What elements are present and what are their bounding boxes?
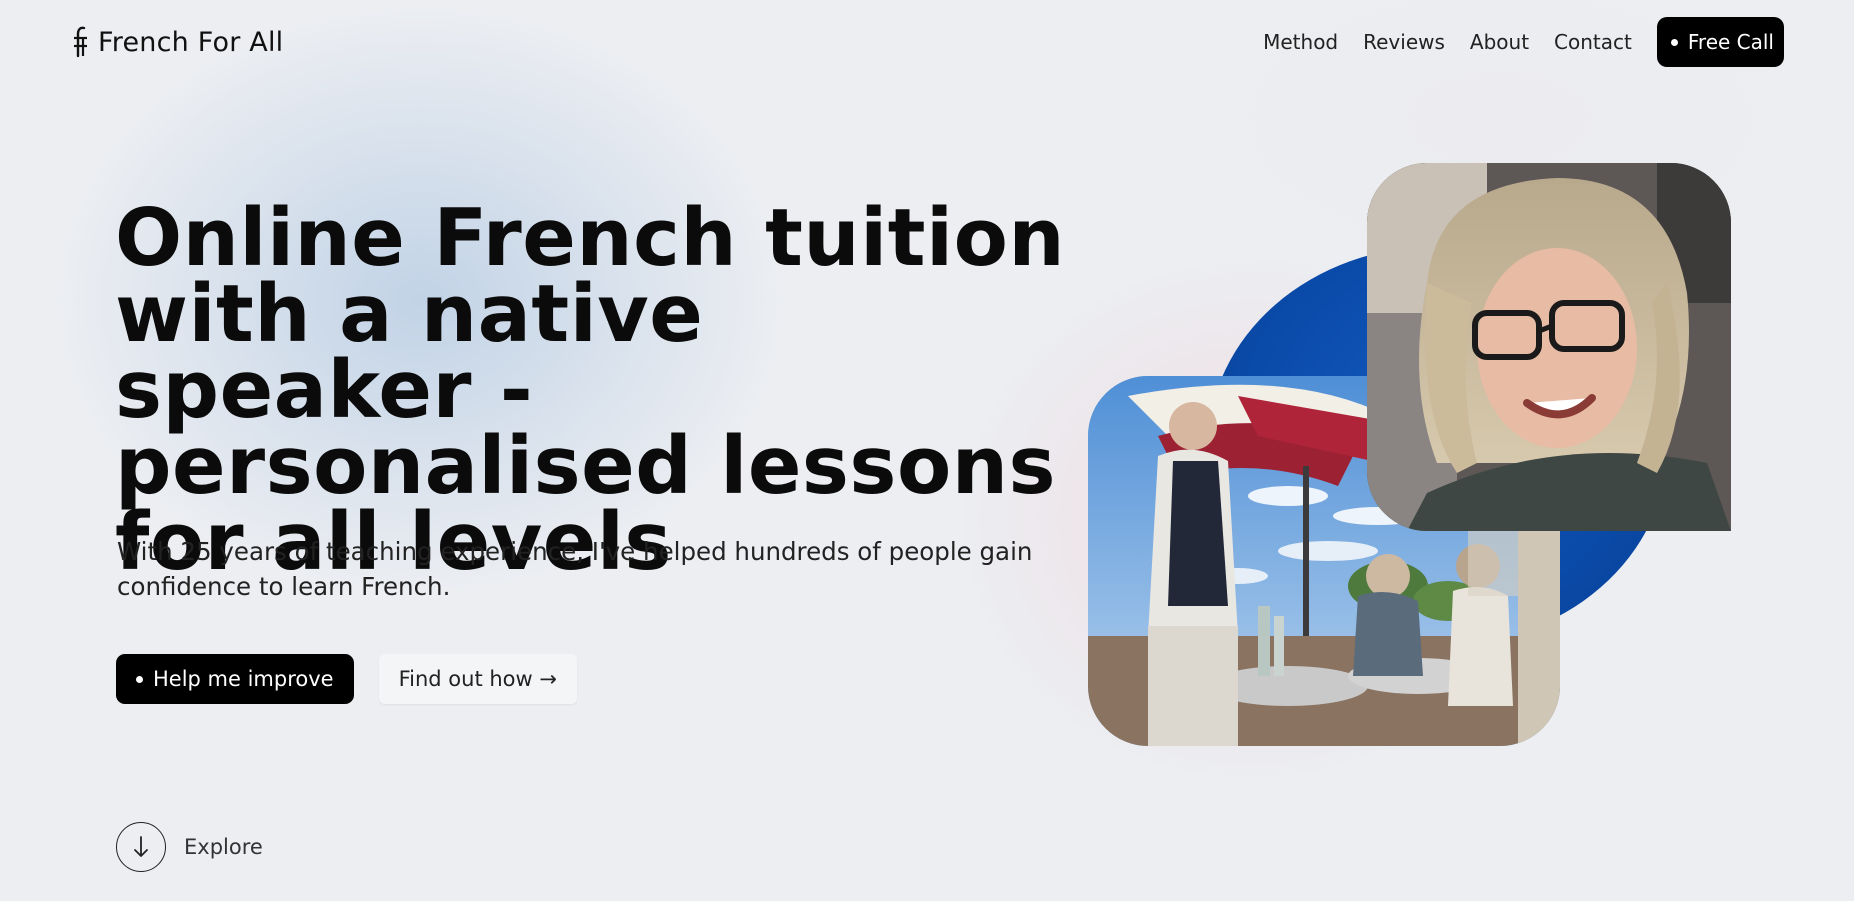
top-nav: French For All Method Reviews About Cont… (0, 0, 1854, 84)
find-out-how-button[interactable]: Find out how → (378, 654, 577, 704)
brand-logo[interactable]: French For All (72, 22, 283, 62)
bullet-dot-icon (1670, 38, 1678, 46)
help-me-improve-button[interactable]: Help me improve (116, 654, 354, 704)
brand-name: French For All (98, 26, 284, 58)
hero-title: Online French tuition with a native spea… (115, 192, 1075, 582)
hero-title-line: personalised lessons (115, 420, 1056, 512)
hero-subtitle-line: confidence to learn French. (117, 572, 451, 601)
hero-title-line: Online French tuition (115, 192, 1066, 284)
free-call-button[interactable]: Free Call (1656, 17, 1784, 67)
arrow-down-icon (116, 822, 166, 872)
nav-link-method[interactable]: Method (1263, 30, 1338, 54)
bullet-dot-icon (136, 675, 143, 683)
nav-link-about[interactable]: About (1470, 30, 1529, 54)
explore-link[interactable]: Explore (116, 822, 263, 872)
nav-links: Method Reviews About Contact Free Call (1263, 17, 1784, 67)
find-out-how-label: Find out how → (398, 667, 557, 691)
free-call-label: Free Call (1687, 30, 1774, 54)
help-me-improve-label: Help me improve (153, 667, 334, 691)
explore-label: Explore (184, 835, 263, 859)
hero-title-line: with a native speaker - (115, 268, 704, 436)
teacher-portrait-photo (1367, 163, 1731, 531)
brand-mark-icon (74, 26, 87, 58)
hero-cta-row: Help me improve Find out how → (116, 654, 577, 704)
nav-link-contact[interactable]: Contact (1554, 30, 1632, 54)
hero-subtitle: With 25 years of teaching experience, I'… (117, 534, 1077, 604)
nav-link-reviews[interactable]: Reviews (1363, 30, 1445, 54)
hero-subtitle-line: With 25 years of teaching experience, I'… (117, 537, 1033, 566)
